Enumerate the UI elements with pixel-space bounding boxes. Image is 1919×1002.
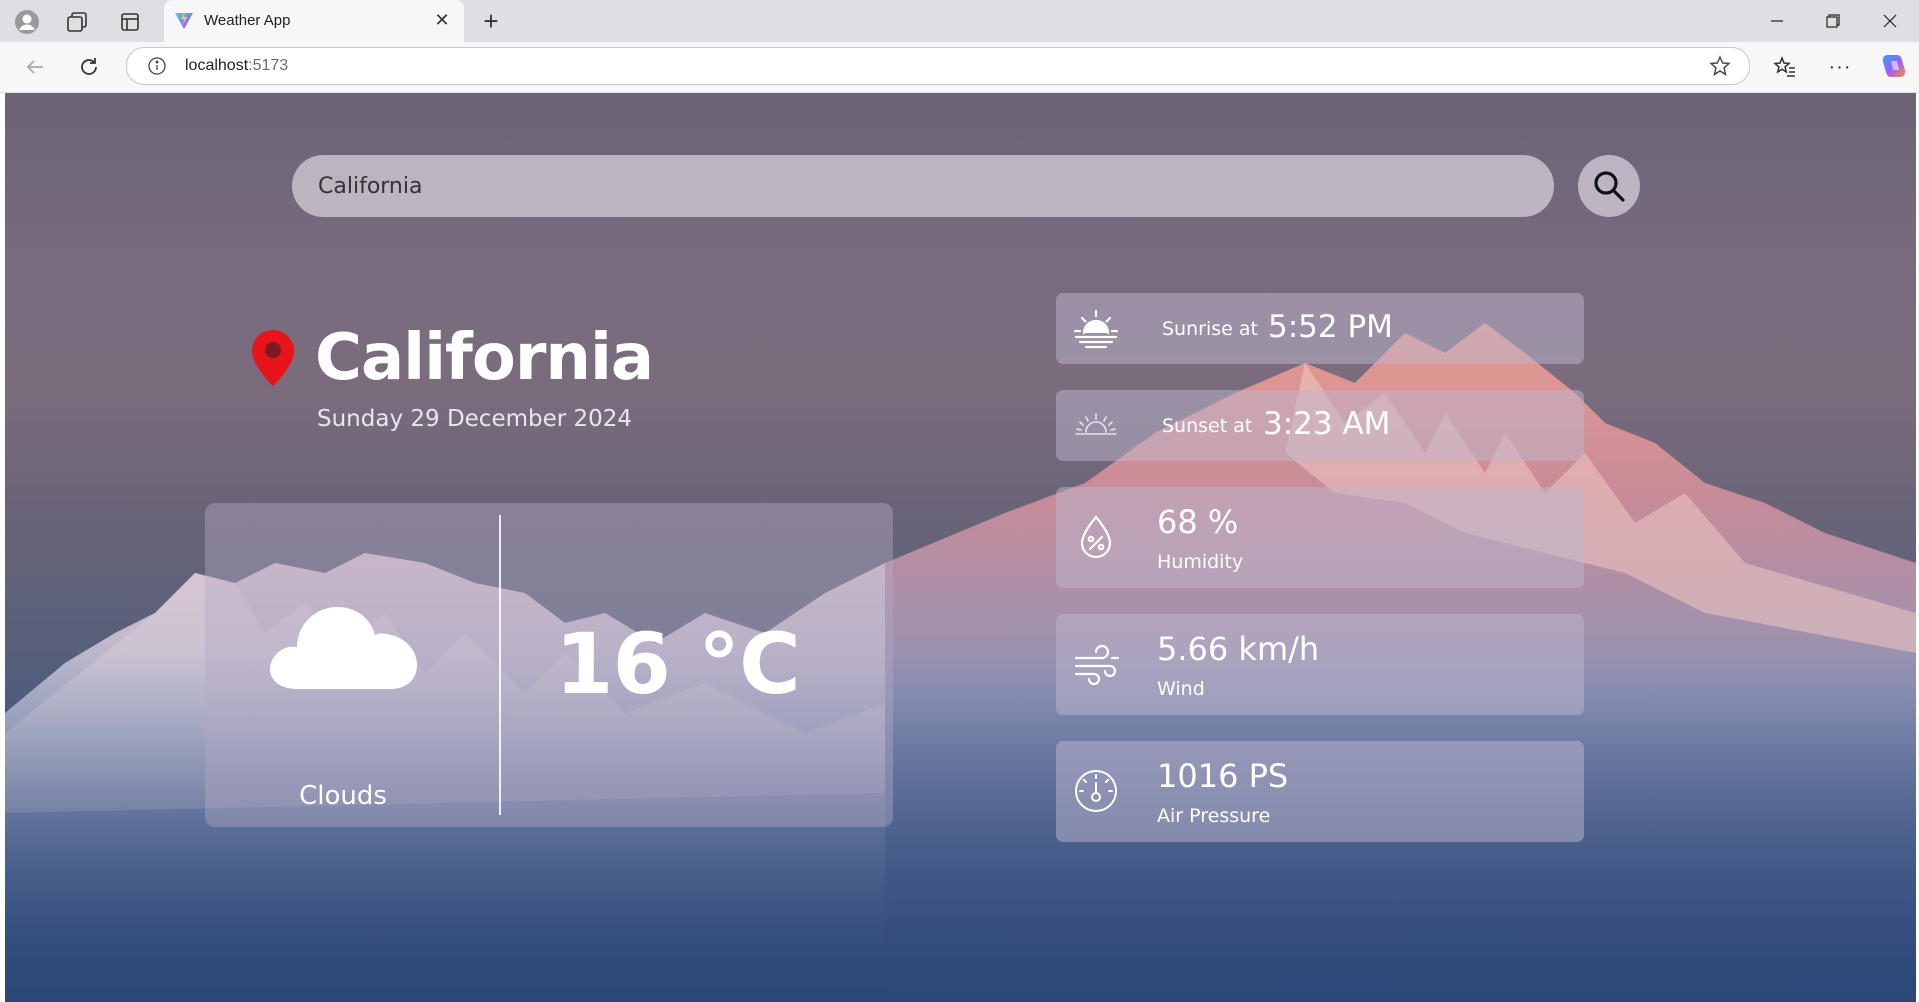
city-name: California (315, 321, 654, 395)
pressure-card: 1016 PS Air Pressure (1056, 741, 1584, 842)
close-tab-icon[interactable]: ✕ (432, 10, 452, 30)
browser-toolbar: localhost:5173 ··· (0, 42, 1919, 93)
tab-actions-icon[interactable] (117, 9, 143, 35)
humidity-label: Humidity (1157, 551, 1244, 573)
temperature: 16 °C (555, 615, 801, 713)
weather-app-page: California Sunday 29 December 2024 Cloud… (5, 93, 1916, 1002)
location-header: California (249, 318, 654, 398)
address-bar[interactable]: localhost:5173 (126, 47, 1750, 85)
wind-label: Wind (1157, 678, 1205, 700)
pressure-value: 1016 PS (1157, 757, 1289, 795)
wind-value: 5.66 km/h (1157, 630, 1320, 668)
restore-icon[interactable] (1805, 4, 1861, 38)
sunrise-icon (1073, 309, 1119, 349)
copilot-icon[interactable] (1879, 51, 1909, 81)
current-weather-card: Clouds 16 °C (205, 503, 893, 827)
back-icon[interactable] (20, 52, 50, 82)
search-icon (1594, 171, 1625, 202)
more-options-icon[interactable]: ··· (1825, 52, 1855, 82)
humidity-value: 68 % (1157, 503, 1239, 541)
favorite-star-icon[interactable] (1709, 55, 1731, 82)
weather-condition: Clouds (299, 781, 387, 811)
close-window-icon[interactable] (1862, 4, 1918, 38)
cloud-icon (270, 607, 417, 689)
sunrise-time: 5:52 PM (1268, 309, 1393, 345)
wind-icon (1074, 644, 1120, 686)
wind-card: 5.66 km/h Wind (1056, 614, 1584, 715)
pressure-label: Air Pressure (1157, 805, 1271, 827)
card-divider (499, 515, 501, 815)
browser-tab-bar: Weather App ✕ + (0, 0, 1919, 42)
search-input[interactable] (292, 155, 1554, 217)
new-tab-icon[interactable]: + (478, 6, 504, 36)
gauge-icon (1075, 770, 1117, 812)
sunset-label: Sunset at (1162, 415, 1253, 437)
profile-icon[interactable] (14, 9, 40, 35)
location-pin-icon (252, 330, 294, 386)
vite-logo-icon (175, 11, 193, 29)
humidity-icon (1080, 515, 1112, 559)
sunrise-card: Sunrise at 5:52 PM (1056, 293, 1584, 364)
sunset-time: 3:23 AM (1263, 406, 1391, 442)
current-date: Sunday 29 December 2024 (317, 406, 633, 432)
search-bar (292, 155, 1554, 217)
favorites-icon[interactable] (1770, 52, 1800, 82)
collections-icon[interactable] (64, 9, 90, 35)
sunset-icon (1075, 413, 1117, 435)
minimize-icon[interactable] (1749, 4, 1805, 38)
address-text: localhost:5173 (185, 57, 289, 74)
tab-title: Weather App (204, 12, 291, 29)
search-button[interactable] (1578, 155, 1640, 217)
site-info-icon[interactable] (147, 56, 167, 81)
humidity-card: 68 % Humidity (1056, 487, 1584, 588)
browser-tab[interactable]: Weather App ✕ (164, 0, 464, 42)
sunrise-label: Sunrise at (1162, 318, 1258, 340)
sunset-card: Sunset at 3:23 AM (1056, 390, 1584, 461)
refresh-icon[interactable] (74, 52, 104, 82)
